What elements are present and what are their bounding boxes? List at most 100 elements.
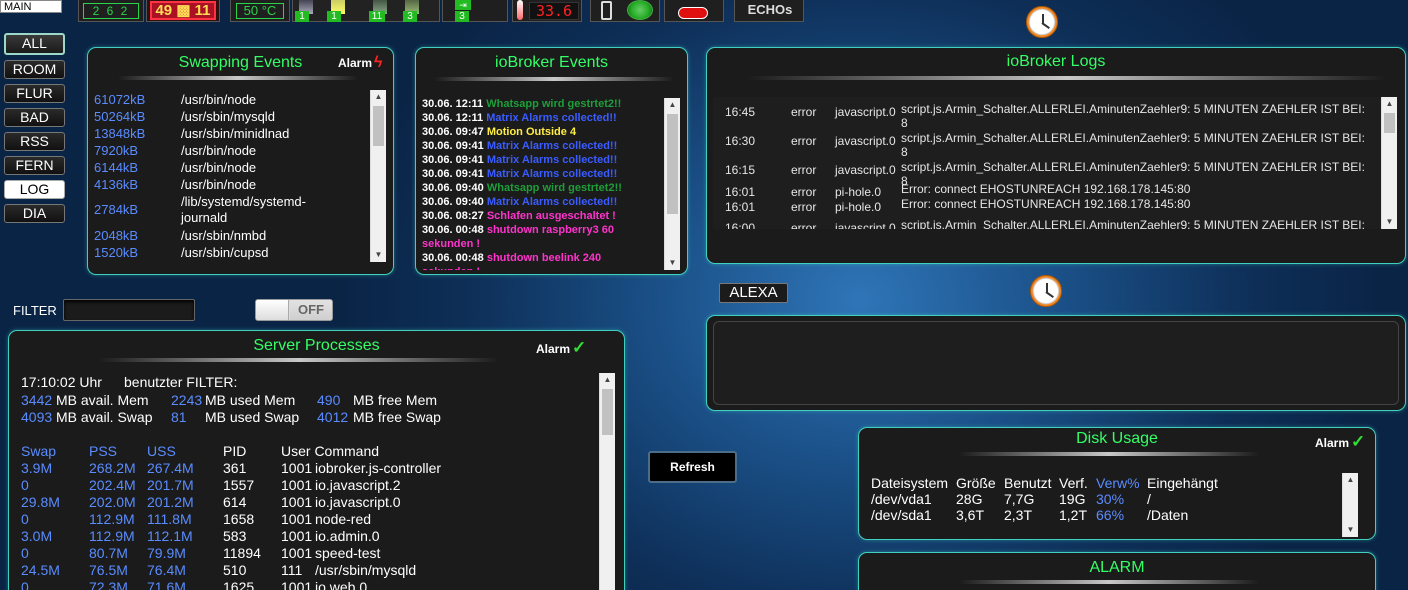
table-row: 16:30 error javascript.0 script.js.Armin_Sc… [725,131,1385,162]
server-filter-text: benutzter FILTER: [124,374,238,390]
disk-cell: /dev/sda1 [871,507,932,523]
swap-kb: 61072kB [94,92,146,107]
scroll-thumb[interactable] [667,114,678,214]
logs-scrollbar[interactable]: ▲ ▼ [1381,97,1397,229]
swap-kb: 50264kB [94,109,146,124]
nav-bad-button[interactable]: BAD [4,108,65,127]
scroll-up-icon[interactable]: ▲ [1343,473,1358,487]
alarm-label: Alarm [536,342,571,356]
event-datetime: 30.06. 09:40 [422,182,484,194]
log-time: 16:45 [725,105,756,119]
process-uss: 111.8M [147,511,192,527]
iobroker-events-panel: ioBroker Events 30.06. 12:11 Whatsapp wi… [415,47,688,275]
process-uss: 201.2M [147,494,194,510]
swapping-list[interactable]: 61072kB/usr/bin/node 50264kB/usr/sbin/mys… [88,90,370,262]
logs-list[interactable]: 16:45 error javascript.0 script.js.Armin_Sc… [713,97,1387,229]
filter-toggle[interactable]: OFF [255,299,333,321]
disk-cell: 3,6T [956,507,985,523]
list-item: 30.06. 09:47 Motion Outside 4 [422,126,576,138]
disk-header-cell: Eingehängt [1147,475,1218,491]
nav-rss-button[interactable]: RSS [4,132,65,151]
swap-command: /usr/sbin/minidlnad [181,126,290,141]
disk-table[interactable]: Dateisystem Größe Benutzt Verf. Verw% Eingehä… [859,473,1342,537]
scroll-up-icon[interactable]: ▲ [371,90,386,104]
alarm-label: Alarm [1315,436,1350,450]
event-datetime: 30.06. 08:27 [422,210,484,222]
counter-display: 2 6 2 [83,3,139,19]
scroll-down-icon[interactable]: ▼ [1343,523,1358,537]
log-time: 16:00 [725,221,756,229]
phone-icon [601,1,612,20]
window-count-badge: 11 [369,11,385,22]
server-scrollbar[interactable]: ▲ [599,373,615,590]
process-swap: 0 [21,545,29,561]
device-cell[interactable] [590,0,660,22]
events-list[interactable]: 30.06. 12:11 Whatsapp wird gestrtet2!! 30… [416,98,664,270]
nav-fern-button[interactable]: FERN [4,156,65,175]
swapping-scrollbar[interactable]: ▲ ▼ [370,90,386,262]
memory-value: 3442 [21,392,53,408]
swap-kb: 13848kB [94,126,146,141]
alexa-content [713,321,1399,405]
disk-cell: 30% [1096,491,1125,507]
log-source: javascript.0 [835,163,896,177]
scroll-thumb[interactable] [602,389,613,435]
checkmark-icon: ✓ [572,338,587,357]
process-command: io.admin.0 [315,528,380,544]
process-command: node-red [315,511,372,527]
process-pid: 510 [223,562,247,578]
swap-command: /usr/sbin/nmbd [181,228,267,243]
list-item: 30.06. 09:40 Matrix Alarms collected!! [422,196,617,208]
event-message: Whatsapp wird gestrtet2!! [486,182,622,194]
title-divider [118,76,358,80]
log-level: error [791,221,817,229]
process-pid: 1658 [223,511,255,527]
refresh-button[interactable]: Refresh [648,451,737,483]
event-datetime: 30.06. 00:48 [422,252,484,264]
disk-header-cell: Verf. [1059,475,1088,491]
memory-value: 4012 [317,409,349,425]
nav-dia-button[interactable]: DIA [4,204,65,223]
process-command: io.javascript.0 [315,494,401,510]
nav-all-button[interactable]: ALL [4,33,65,55]
scroll-down-icon[interactable]: ▼ [1382,215,1397,229]
process-command: io.web.0 [315,579,368,590]
echos-label: ECHOs [747,2,793,17]
log-time: 16:01 [725,185,756,199]
nav-flur-button[interactable]: FLUR [4,84,65,103]
main-view-input[interactable]: MAIN [0,0,62,13]
scroll-thumb[interactable] [1384,113,1395,133]
server-processes-content[interactable]: 17:10:02 Uhr benutzter FILTER: 3442 MB av… [9,373,599,590]
door-cell[interactable]: ⇥ 3 [442,0,508,22]
disk-cell: /Daten [1147,507,1189,523]
event-message: Whatsapp wird gestrtet2!! [486,98,622,110]
scroll-down-icon[interactable]: ▼ [665,256,680,270]
siren-cell[interactable] [664,0,724,22]
process-pss: 76.5M [89,562,128,578]
event-message-continuation: sekunden ! [422,238,481,250]
alarm-count-cell[interactable]: 49 ▩ 11 [146,0,220,22]
scroll-down-icon[interactable]: ▼ [371,248,386,262]
alarm-panel: ALARM [858,552,1376,590]
scroll-up-icon[interactable]: ▲ [665,98,680,112]
clock-icon[interactable] [1026,6,1058,38]
log-source: javascript.0 [835,134,896,148]
process-uss: 71.6M [147,579,186,590]
windows-cell[interactable]: 1 1 11 3 [292,0,440,22]
echos-cell[interactable]: ECHOs [734,0,804,22]
scroll-up-icon[interactable]: ▲ [1382,97,1397,111]
disk-cell: 1,2T [1059,507,1088,523]
swap-kb: 1520kB [94,245,139,260]
nav-log-button[interactable]: LOG [4,180,65,199]
clock-icon[interactable] [1030,275,1062,307]
title-divider [959,580,1259,584]
process-swap: 29.8M [21,494,60,510]
toggle-knob[interactable] [256,300,289,320]
scroll-thumb[interactable] [373,106,384,146]
filter-input[interactable] [63,299,195,321]
event-datetime: 30.06. 00:48 [422,224,484,236]
disk-scrollbar[interactable]: ▲ ▼ [1342,473,1358,537]
events-scrollbar[interactable]: ▲ ▼ [664,98,680,270]
scroll-up-icon[interactable]: ▲ [600,373,615,387]
nav-room-button[interactable]: ROOM [4,60,65,79]
